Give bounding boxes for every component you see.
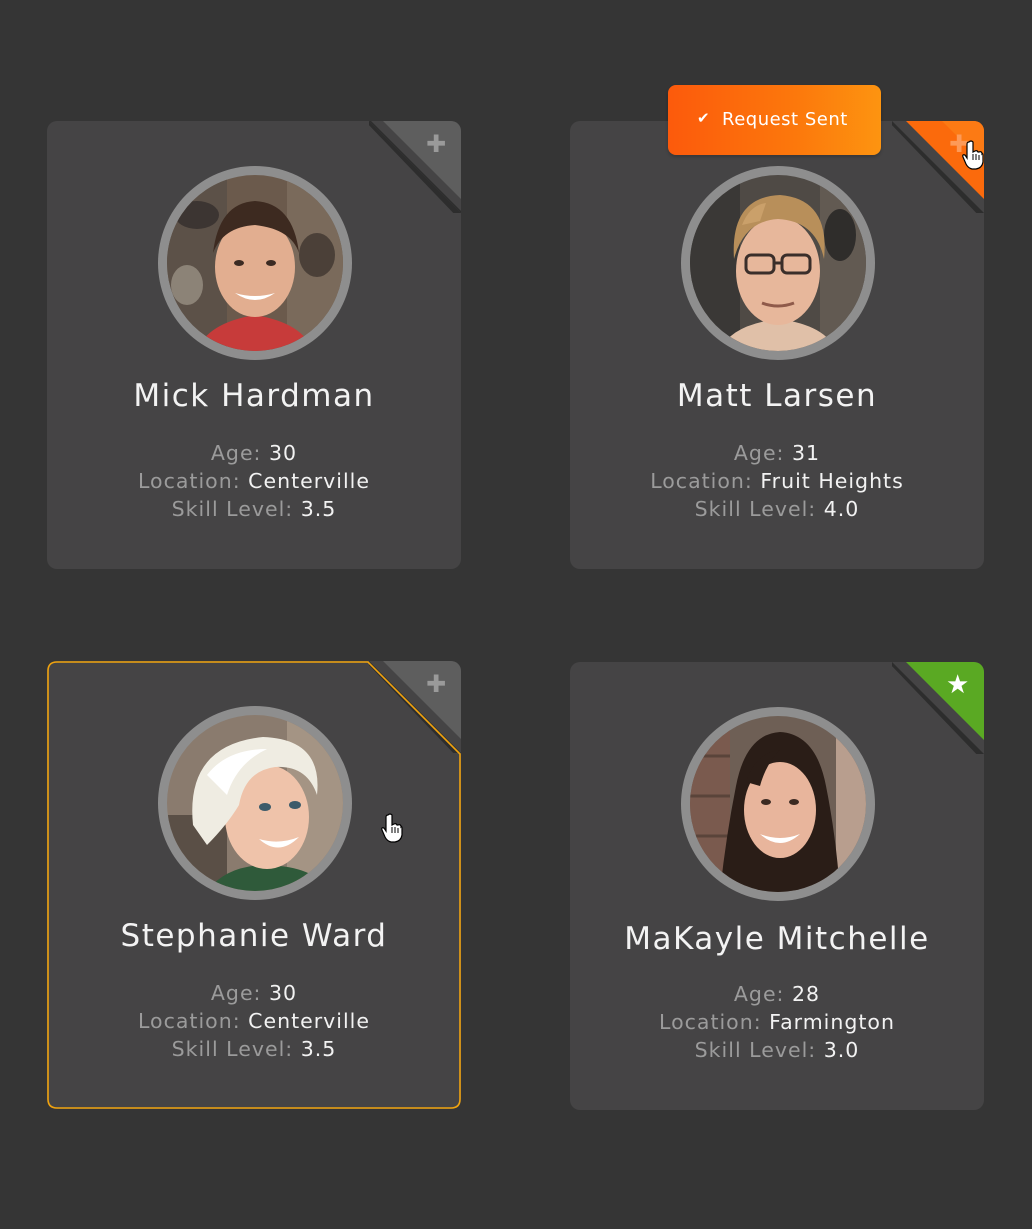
player-name: Mick Hardman xyxy=(133,378,375,414)
location-value: Farmington xyxy=(769,1010,895,1034)
skill-value: 4.0 xyxy=(823,497,860,521)
avatar xyxy=(681,707,875,901)
location-row: Location: Centerville xyxy=(47,467,461,495)
check-icon: ✔ xyxy=(697,109,711,127)
plus-icon: ✚ xyxy=(426,670,447,698)
skill-row: Skill Level: 4.0 xyxy=(570,495,984,523)
skill-row: Skill Level: 3.5 xyxy=(47,1035,461,1063)
player-name: Matt Larsen xyxy=(676,378,878,414)
player-name: Stephanie Ward xyxy=(120,918,388,954)
skill-label: Skill Level: xyxy=(694,497,817,521)
player-stats: Age: 30 Location: Centerville Skill Leve… xyxy=(47,979,461,1063)
age-row: Age: 31 xyxy=(570,439,984,467)
skill-label: Skill Level: xyxy=(171,497,294,521)
skill-value: 3.0 xyxy=(823,1038,860,1062)
avatar xyxy=(158,166,352,360)
add-player-corner[interactable]: ✚ xyxy=(892,121,984,213)
location-row: Location: Fruit Heights xyxy=(570,467,984,495)
location-label: Location: xyxy=(138,1009,241,1033)
add-player-corner[interactable]: ✚ xyxy=(369,121,461,213)
player-card[interactable]: ✚ Stephanie Ward Age: 30 Location: Cente… xyxy=(47,661,461,1109)
player-card[interactable]: ★ MaKayle Mitchelle Age: 28 Location: Fa… xyxy=(570,662,984,1110)
player-stats: Age: 28 Location: Farmington Skill Level… xyxy=(570,980,984,1064)
player-card[interactable]: ✚ Mick Hardman Age: 30 Location: Centerv… xyxy=(47,121,461,569)
location-value: Fruit Heights xyxy=(760,469,904,493)
age-value: 30 xyxy=(269,981,298,1005)
location-label: Location: xyxy=(650,469,753,493)
player-card[interactable]: ✚ Matt Larsen Age: 31 Location: Fruit He… xyxy=(570,121,984,569)
age-label: Age: xyxy=(733,982,785,1006)
age-value: 28 xyxy=(792,982,821,1006)
favorite-corner[interactable]: ★ xyxy=(892,662,984,754)
location-value: Centerville xyxy=(248,1009,370,1033)
skill-value: 3.5 xyxy=(300,1037,337,1061)
avatar xyxy=(158,706,352,900)
skill-label: Skill Level: xyxy=(171,1037,294,1061)
request-sent-toast: ✔ Request Sent xyxy=(668,85,881,155)
location-value: Centerville xyxy=(248,469,370,493)
toast-text: Request Sent xyxy=(722,109,848,130)
age-value: 30 xyxy=(269,441,298,465)
skill-row: Skill Level: 3.0 xyxy=(570,1036,984,1064)
player-stats: Age: 30 Location: Centerville Skill Leve… xyxy=(47,439,461,523)
avatar xyxy=(681,166,875,360)
skill-value: 3.5 xyxy=(300,497,337,521)
add-player-corner[interactable]: ✚ xyxy=(369,661,461,753)
age-label: Age: xyxy=(210,981,262,1005)
age-row: Age: 30 xyxy=(47,979,461,1007)
plus-icon: ✚ xyxy=(949,130,970,158)
player-name: MaKayle Mitchelle xyxy=(624,921,930,957)
location-row: Location: Farmington xyxy=(570,1008,984,1036)
plus-icon: ✚ xyxy=(426,130,447,158)
location-label: Location: xyxy=(659,1010,762,1034)
age-row: Age: 30 xyxy=(47,439,461,467)
player-grid-page: ✚ Mick Hardman Age: 30 Location: Centerv… xyxy=(0,0,1032,1229)
location-label: Location: xyxy=(138,469,241,493)
player-stats: Age: 31 Location: Fruit Heights Skill Le… xyxy=(570,439,984,523)
skill-row: Skill Level: 3.5 xyxy=(47,495,461,523)
star-icon: ★ xyxy=(946,670,970,700)
age-label: Age: xyxy=(733,441,785,465)
skill-label: Skill Level: xyxy=(694,1038,817,1062)
location-row: Location: Centerville xyxy=(47,1007,461,1035)
age-label: Age: xyxy=(210,441,262,465)
age-row: Age: 28 xyxy=(570,980,984,1008)
age-value: 31 xyxy=(792,441,821,465)
